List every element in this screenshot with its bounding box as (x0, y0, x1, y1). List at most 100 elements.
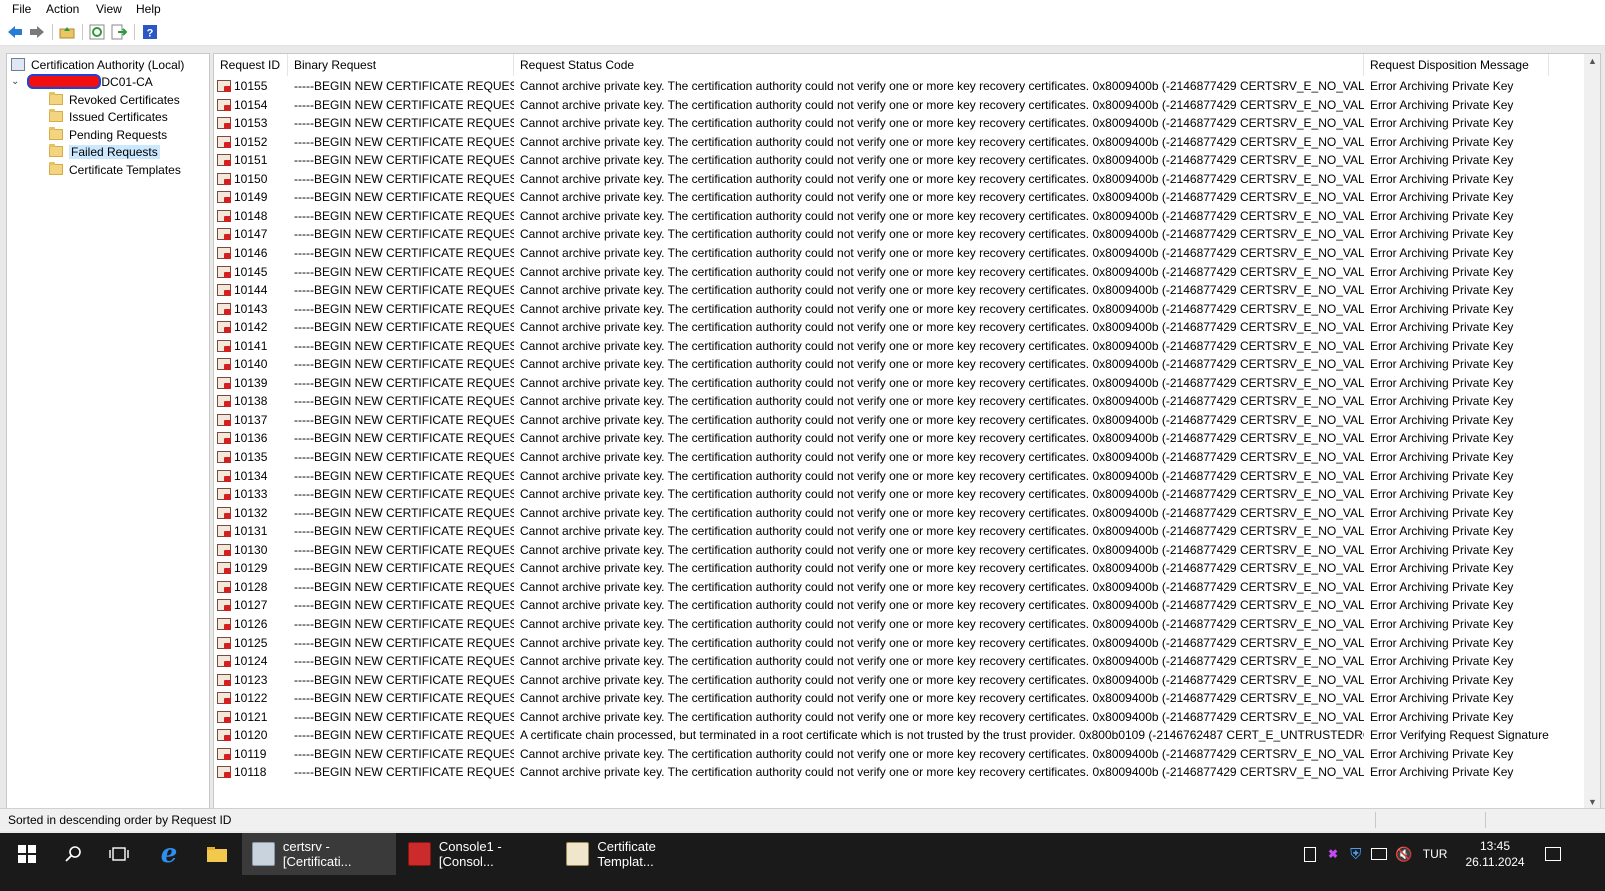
table-row[interactable]: 10125 -----BEGIN NEW CERTIFICATE REQUEST.… (214, 634, 1584, 653)
cell-request-id: 10132 (234, 505, 268, 520)
tree-root-label: Certification Authority (Local) (31, 57, 185, 72)
table-row[interactable]: 10121 -----BEGIN NEW CERTIFICATE REQUEST.… (214, 708, 1584, 727)
table-row[interactable]: 10126 -----BEGIN NEW CERTIFICATE REQUEST.… (214, 615, 1584, 634)
results-list: Request ID Binary Request Request Status… (213, 53, 1601, 826)
table-row[interactable]: 10119 -----BEGIN NEW CERTIFICATE REQUEST.… (214, 745, 1584, 764)
clipboard-icon[interactable] (1304, 846, 1316, 862)
column-header-request-id[interactable]: Request ID (214, 54, 288, 76)
table-row[interactable]: 10133 -----BEGIN NEW CERTIFICATE REQUEST.… (214, 485, 1584, 504)
taskbar-app-label: Console1 - [Consol... (438, 839, 502, 869)
forward-arrow-icon[interactable] (28, 23, 46, 41)
clock-time: 13:45 (1480, 839, 1511, 853)
cell-binary-request: -----BEGIN NEW CERTIFICATE REQUEST... (294, 412, 514, 427)
table-row[interactable]: 10152 -----BEGIN NEW CERTIFICATE REQUEST.… (214, 133, 1584, 152)
table-row[interactable]: 10139 -----BEGIN NEW CERTIFICATE REQUEST.… (214, 374, 1584, 393)
search-icon (65, 846, 81, 862)
table-row[interactable]: 10137 -----BEGIN NEW CERTIFICATE REQUEST.… (214, 411, 1584, 430)
cell-request-status-code: Cannot archive private key. The certific… (520, 765, 1364, 780)
table-row[interactable]: 10154 -----BEGIN NEW CERTIFICATE REQUEST.… (214, 96, 1584, 115)
tree-root[interactable]: Certification Authority (Local) (11, 56, 184, 73)
scroll-down-icon[interactable]: ▼ (1588, 797, 1597, 807)
refresh-icon[interactable] (88, 23, 106, 41)
menu-action[interactable]: Action (46, 2, 79, 16)
cell-binary-request: -----BEGIN NEW CERTIFICATE REQUEST... (294, 338, 514, 353)
tree-item-issued-certificates[interactable]: Issued Certificates (49, 108, 168, 125)
cell-disposition-message: Error Archiving Private Key (1370, 524, 1514, 539)
failed-request-icon (217, 191, 231, 204)
certsrv-icon (252, 842, 275, 866)
collapse-chevron-icon[interactable]: ⌄ (11, 76, 19, 87)
back-arrow-icon[interactable] (6, 23, 24, 41)
table-row[interactable]: 10134 -----BEGIN NEW CERTIFICATE REQUEST.… (214, 467, 1584, 486)
table-row[interactable]: 10123 -----BEGIN NEW CERTIFICATE REQUEST.… (214, 671, 1584, 690)
column-header-request-status-code[interactable]: Request Status Code (514, 54, 1364, 76)
cell-binary-request: -----BEGIN NEW CERTIFICATE REQUEST... (294, 357, 514, 372)
table-row[interactable]: 10146 -----BEGIN NEW CERTIFICATE REQUEST.… (214, 244, 1584, 263)
table-row[interactable]: 10135 -----BEGIN NEW CERTIFICATE REQUEST.… (214, 448, 1584, 467)
table-row[interactable]: 10122 -----BEGIN NEW CERTIFICATE REQUEST.… (214, 689, 1584, 708)
table-row[interactable]: 10141 -----BEGIN NEW CERTIFICATE REQUEST.… (214, 337, 1584, 356)
volume-muted-icon[interactable]: 🔇 (1395, 846, 1412, 863)
table-row[interactable]: 10124 -----BEGIN NEW CERTIFICATE REQUEST.… (214, 652, 1584, 671)
app-tray-icon[interactable]: ✖ (1328, 847, 1338, 861)
table-row[interactable]: 10147 -----BEGIN NEW CERTIFICATE REQUEST.… (214, 225, 1584, 244)
table-row[interactable]: 10144 -----BEGIN NEW CERTIFICATE REQUEST.… (214, 281, 1584, 300)
table-row[interactable]: 10120 -----BEGIN NEW CERTIFICATE REQUEST.… (214, 726, 1584, 745)
task-view-button[interactable] (98, 833, 140, 875)
table-row[interactable]: 10131 -----BEGIN NEW CERTIFICATE REQUEST.… (214, 522, 1584, 541)
internet-explorer-button[interactable]: e (146, 833, 192, 875)
menu-view[interactable]: View (96, 2, 122, 16)
table-row[interactable]: 10129 -----BEGIN NEW CERTIFICATE REQUEST.… (214, 559, 1584, 578)
table-row[interactable]: 10138 -----BEGIN NEW CERTIFICATE REQUEST.… (214, 392, 1584, 411)
tree-ca-node[interactable]: ⌄ DC01-CA (11, 73, 153, 90)
up-folder-icon[interactable] (58, 23, 76, 41)
vertical-scrollbar[interactable]: ▲ ▼ (1584, 54, 1600, 809)
table-row[interactable]: 10118 -----BEGIN NEW CERTIFICATE REQUEST.… (214, 763, 1584, 782)
menu-help[interactable]: Help (136, 2, 161, 16)
taskbar-app-certsrv[interactable]: certsrv - [Certificati... (242, 833, 396, 875)
clock[interactable]: 13:45 26.11.2024 (1465, 838, 1524, 870)
notifications-icon[interactable] (1544, 847, 1561, 861)
table-row[interactable]: 10151 -----BEGIN NEW CERTIFICATE REQUEST.… (214, 151, 1584, 170)
table-row[interactable]: 10132 -----BEGIN NEW CERTIFICATE REQUEST.… (214, 504, 1584, 523)
cell-request-status-code: Cannot archive private key. The certific… (520, 412, 1364, 427)
column-header-binary-request[interactable]: Binary Request (288, 54, 514, 76)
table-row[interactable]: 10128 -----BEGIN NEW CERTIFICATE REQUEST.… (214, 578, 1584, 597)
table-row[interactable]: 10143 -----BEGIN NEW CERTIFICATE REQUEST.… (214, 300, 1584, 319)
taskbar-app-certificate-templates[interactable]: Certificate Templat... (556, 833, 712, 875)
table-row[interactable]: 10136 -----BEGIN NEW CERTIFICATE REQUEST.… (214, 429, 1584, 448)
start-button[interactable] (6, 833, 48, 875)
scroll-up-icon[interactable]: ▲ (1588, 56, 1597, 66)
tree-item-failed-requests[interactable]: Failed Requests (49, 143, 160, 160)
column-header-disposition-message[interactable]: Request Disposition Message (1364, 54, 1549, 76)
table-row[interactable]: 10153 -----BEGIN NEW CERTIFICATE REQUEST.… (214, 114, 1584, 133)
table-row[interactable]: 10145 -----BEGIN NEW CERTIFICATE REQUEST.… (214, 263, 1584, 282)
table-row[interactable]: 10140 -----BEGIN NEW CERTIFICATE REQUEST.… (214, 355, 1584, 374)
shield-icon[interactable]: ⛨ (1350, 846, 1361, 863)
search-button[interactable] (52, 833, 94, 875)
taskbar-app-console1[interactable]: Console1 - [Consol... (398, 833, 554, 875)
file-explorer-icon (207, 847, 227, 862)
language-indicator[interactable]: TUR (1423, 847, 1448, 861)
table-row[interactable]: 10127 -----BEGIN NEW CERTIFICATE REQUEST.… (214, 596, 1584, 615)
menu-file[interactable]: File (12, 2, 31, 16)
cell-binary-request: -----BEGIN NEW CERTIFICATE REQUEST... (294, 264, 514, 279)
status-divider (1485, 812, 1486, 828)
cell-request-id: 10121 (234, 709, 268, 724)
table-row[interactable]: 10155 -----BEGIN NEW CERTIFICATE REQUEST.… (214, 77, 1584, 96)
cell-request-status-code: Cannot archive private key. The certific… (520, 524, 1364, 539)
table-row[interactable]: 10148 -----BEGIN NEW CERTIFICATE REQUEST.… (214, 207, 1584, 226)
table-row[interactable]: 10130 -----BEGIN NEW CERTIFICATE REQUEST.… (214, 541, 1584, 560)
tree-item-pending-requests[interactable]: Pending Requests (49, 126, 167, 143)
tree-item-certificate-templates[interactable]: Certificate Templates (49, 161, 181, 178)
cell-binary-request: -----BEGIN NEW CERTIFICATE REQUEST... (294, 320, 514, 335)
network-icon[interactable] (1371, 848, 1388, 860)
table-row[interactable]: 10142 -----BEGIN NEW CERTIFICATE REQUEST.… (214, 318, 1584, 337)
help-icon[interactable]: ? (141, 23, 159, 41)
table-row[interactable]: 10150 -----BEGIN NEW CERTIFICATE REQUEST.… (214, 170, 1584, 189)
file-explorer-button[interactable] (194, 833, 240, 875)
table-row[interactable]: 10149 -----BEGIN NEW CERTIFICATE REQUEST.… (214, 188, 1584, 207)
export-list-icon[interactable] (110, 23, 128, 41)
cell-disposition-message: Error Archiving Private Key (1370, 283, 1514, 298)
tree-item-revoked-certificates[interactable]: Revoked Certificates (49, 91, 180, 108)
